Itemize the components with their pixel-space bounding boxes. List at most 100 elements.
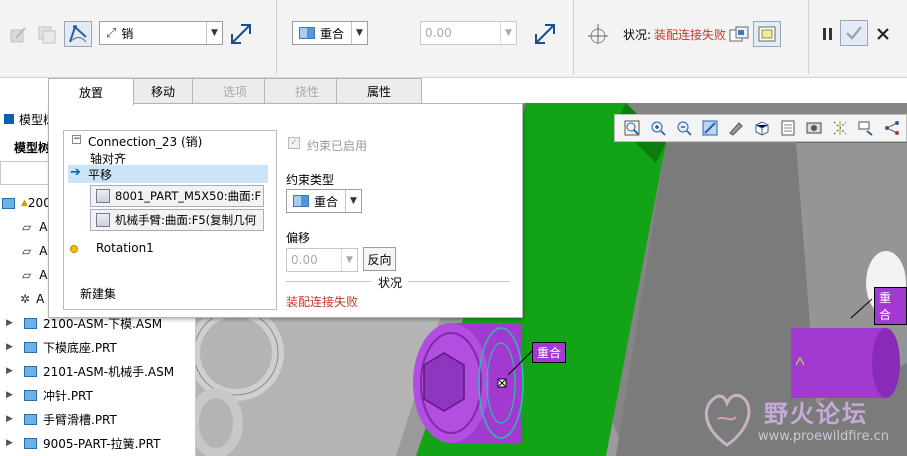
panel-offset-input[interactable]: 0.00 ▼	[286, 248, 358, 272]
connection-type-select[interactable]: ⤢ 销 ▼	[99, 21, 223, 45]
connection-type-value: 销	[121, 26, 134, 41]
mechanism-connection-button[interactable]	[64, 21, 92, 47]
panel-offset-value: 0.00	[291, 253, 318, 267]
refit-icon[interactable]	[619, 117, 645, 139]
part-icon	[24, 413, 37, 425]
watermark-url: www.proewildfire.cn	[758, 429, 889, 444]
constraint-enabled-label: 约束已启用	[307, 139, 368, 153]
constraint-tag[interactable]: 重合	[874, 287, 907, 325]
status-dot-icon	[70, 245, 78, 253]
new-set-link[interactable]: 新建集	[80, 285, 116, 302]
spin-center-icon[interactable]	[879, 117, 905, 139]
current-window-button[interactable]	[753, 21, 781, 47]
separate-window-icon[interactable]	[728, 22, 750, 48]
expand-arrow-icon[interactable]: ▶	[6, 390, 18, 400]
pause-icon[interactable]	[814, 21, 842, 47]
tab-placement[interactable]: 放置	[48, 78, 134, 105]
zoom-in-icon[interactable]	[645, 117, 671, 139]
flip-direction-icon[interactable]	[227, 21, 255, 47]
expand-arrow-icon[interactable]: ▶	[6, 366, 18, 376]
status-header: 状况	[372, 274, 409, 291]
assembly-icon	[24, 317, 37, 329]
datum-display-icon[interactable]	[827, 117, 853, 139]
close-icon[interactable]	[869, 21, 897, 47]
part-icon	[24, 389, 37, 401]
tree-item-label: 冲针.PRT	[43, 388, 93, 403]
flip-constraint-icon[interactable]	[531, 21, 559, 47]
annotation-display-icon[interactable]	[853, 117, 879, 139]
edit-icon[interactable]	[4, 22, 32, 48]
constraint-rotation[interactable]: Rotation1	[96, 241, 154, 255]
tab-label: 移动	[150, 84, 175, 99]
tree-item[interactable]: ▶ 手臂滑槽.PRT	[0, 407, 196, 431]
connection-title[interactable]: Connection_23 (销)	[88, 133, 202, 150]
tab-label: 放置	[78, 85, 103, 100]
panel-constraint-type-select[interactable]: 重合 ▼	[286, 189, 362, 213]
reference-collector-2[interactable]: 机械手臂:曲面:F5(复制几何	[90, 209, 264, 231]
tree-item-label: A	[39, 268, 48, 282]
tree-item[interactable]: ▶ 2101-ASM-机械手.ASM	[0, 359, 196, 383]
expand-arrow-icon[interactable]: ▶	[6, 438, 18, 448]
zoom-out-icon[interactable]	[671, 117, 697, 139]
copy-icon[interactable]	[33, 22, 61, 48]
tree-item-label: A	[36, 292, 45, 306]
collapse-icon[interactable]: −	[72, 135, 81, 144]
constraint-translate-selected[interactable]: ➔ 平移	[68, 165, 268, 183]
chevron-down-icon: ▼	[351, 22, 367, 44]
constraint-type-select[interactable]: 重合 ▼	[292, 21, 368, 45]
panel-status-value: 装配连接失败	[286, 295, 359, 309]
reference-2-label: 机械手臂:曲面:F5(复制几何	[115, 213, 257, 227]
chevron-down-icon: ▼	[206, 22, 222, 44]
warning-icon: ▲	[21, 198, 28, 208]
reference-collector-1[interactable]: 8001_PART_M5X50:曲面:F	[90, 185, 264, 207]
flip-button[interactable]: 反向	[363, 247, 396, 271]
tab-label: 选项	[222, 84, 247, 99]
constraint-tag[interactable]: 重合	[532, 342, 567, 363]
datum-plane-icon: ▱	[22, 244, 32, 258]
view-manager-icon[interactable]	[775, 117, 801, 139]
tree-item-label: 9005-PART-拉簧.PRT	[43, 436, 161, 451]
expand-arrow-icon[interactable]: ▶	[6, 318, 18, 328]
placement-panel: − Connection_23 (销) 轴对齐 ➔ 平移 8001_PART_M…	[48, 103, 523, 318]
offset-input[interactable]: 0.00 ▼	[420, 21, 517, 45]
constraint-translate-label: 平移	[88, 168, 113, 182]
chevron-down-icon: ▼	[341, 249, 357, 271]
watermark-title: 野火论坛	[764, 400, 868, 428]
coincident-icon	[299, 27, 315, 39]
datum-plane-icon: ▱	[22, 220, 32, 234]
constraint-type-label: 约束类型	[286, 173, 335, 187]
flip-button-label: 反向	[367, 252, 392, 267]
arrow-right-icon: ➔	[70, 165, 81, 180]
pin-icon: ⤢	[106, 25, 117, 41]
watermark-logo	[696, 389, 758, 449]
connection-set-list: − Connection_23 (销) 轴对齐 ➔ 平移 8001_PART_M…	[63, 130, 277, 310]
repaint-icon[interactable]	[697, 117, 723, 139]
display-style-icon[interactable]	[723, 117, 749, 139]
constraint-enabled-checkbox[interactable]: ✓	[288, 137, 300, 149]
tree-item-label: A	[39, 220, 48, 234]
reference-1-label: 8001_PART_M5X50:曲面:F	[115, 189, 262, 203]
part-icon	[24, 437, 37, 449]
dashboard-ribbon: ⤢ 销 ▼ 重合 ▼ 0.00 ▼ 状况: 装配连接失败	[0, 0, 907, 78]
csys-icon: ✲	[20, 292, 31, 306]
tree-item[interactable]: ▶ 下模底座.PRT	[0, 335, 196, 359]
tree-item[interactable]: ▶ 9005-PART-拉簧.PRT	[0, 431, 196, 455]
confirm-check-icon[interactable]	[840, 20, 868, 46]
tree-item-label: A	[39, 244, 48, 258]
move-component-icon[interactable]	[584, 21, 612, 47]
chevron-down-icon: ▼	[345, 190, 361, 212]
tab-label: 属性	[366, 84, 391, 99]
assembly-icon	[2, 197, 15, 209]
offset-value: 0.00	[425, 26, 452, 40]
expand-arrow-icon[interactable]: ▶	[6, 414, 18, 424]
perspective-icon[interactable]	[801, 117, 827, 139]
saved-views-icon[interactable]	[749, 117, 775, 139]
datum-plane-icon: ▱	[22, 268, 32, 282]
surface-ref-icon	[96, 213, 110, 227]
surface-ref-icon	[96, 189, 110, 203]
offset-label: 偏移	[286, 231, 311, 245]
chevron-down-icon: ▼	[500, 22, 516, 44]
expand-arrow-icon[interactable]: ▶	[6, 342, 18, 352]
tree-item[interactable]: ▶ 冲针.PRT	[0, 383, 196, 407]
tab-properties[interactable]: 属性	[336, 78, 422, 103]
